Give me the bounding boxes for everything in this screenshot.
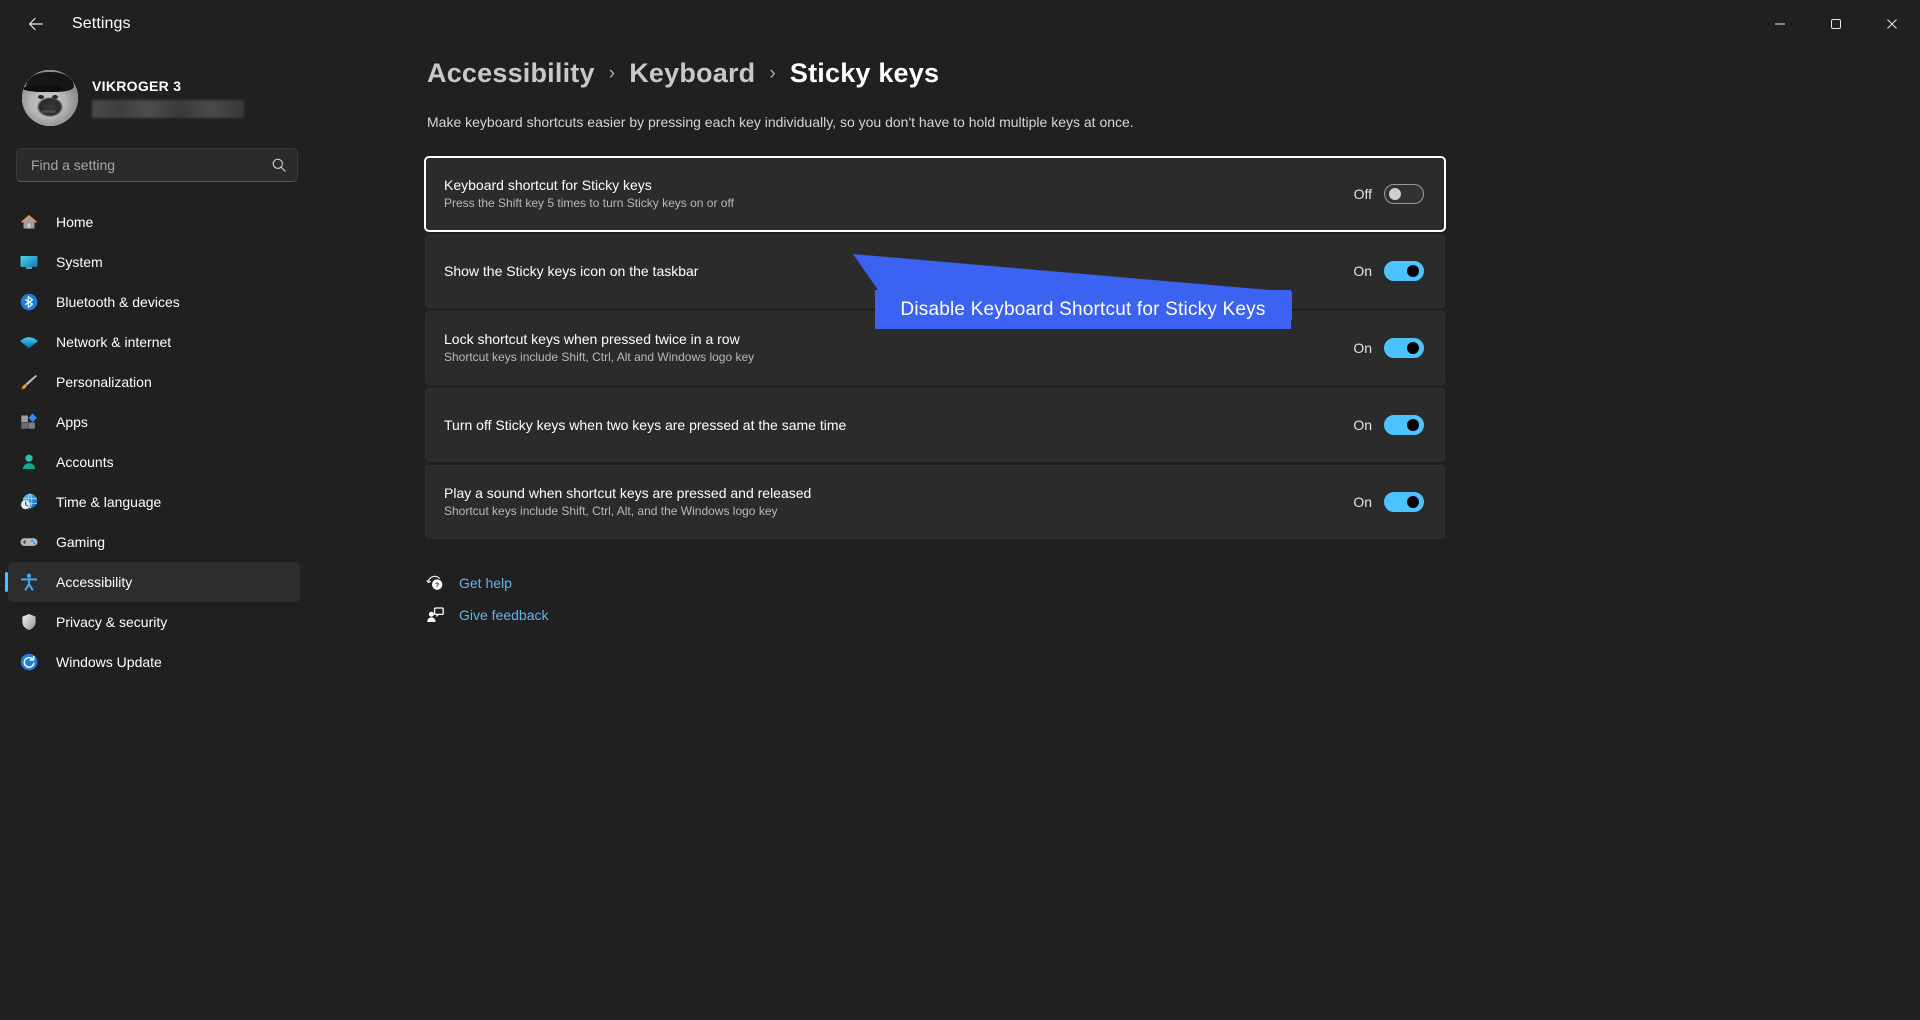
minimize-button[interactable]: [1752, 0, 1808, 48]
setting-title: Keyboard shortcut for Sticky keys: [444, 177, 652, 194]
wifi-icon: [18, 331, 40, 353]
sidebar-item-label: Time & language: [56, 494, 162, 510]
give-feedback-label: Give feedback: [459, 606, 549, 623]
setting-title: Show the Sticky keys icon on the taskbar: [444, 262, 699, 279]
maximize-button[interactable]: [1808, 0, 1864, 48]
sidebar-item-personalization[interactable]: Personalization: [8, 362, 300, 402]
sidebar-item-label: Windows Update: [56, 654, 162, 670]
page-description: Make keyboard shortcuts easier by pressi…: [427, 114, 1134, 130]
home-icon: [18, 211, 40, 233]
toggle-state-label: Off: [1353, 185, 1372, 202]
setting-subtitle: Shortcut keys include Shift, Ctrl, Alt, …: [444, 504, 778, 519]
sidebar-item-accessibility[interactable]: Accessibility: [5, 562, 300, 602]
setting-subtitle: Shortcut keys include Shift, Ctrl, Alt a…: [444, 350, 755, 365]
sidebar-item-accounts[interactable]: Accounts: [8, 442, 300, 482]
toggle-state-label: On: [1353, 493, 1372, 510]
get-help-label: Get help: [459, 574, 512, 591]
sidebar-item-bluetooth-devices[interactable]: Bluetooth & devices: [8, 282, 300, 322]
breadcrumb-separator: ›: [769, 62, 776, 84]
help-icon: ?: [425, 573, 459, 593]
setting-title: Lock shortcut keys when pressed twice in…: [444, 331, 740, 348]
sidebar-item-privacy-security[interactable]: Privacy & security: [8, 602, 300, 642]
feedback-icon: [425, 605, 459, 625]
paintbrush-icon: [18, 371, 40, 393]
toggle-switch[interactable]: [1384, 491, 1424, 512]
bluetooth-icon: [18, 291, 40, 313]
toggle-switch[interactable]: [1384, 337, 1424, 358]
sidebar-item-home[interactable]: Home: [8, 202, 300, 242]
window-controls: [1752, 0, 1920, 48]
svg-text:?: ?: [435, 582, 439, 589]
sidebar-item-system[interactable]: System: [8, 242, 300, 282]
toggle-state-label: On: [1353, 262, 1372, 279]
accounts-icon: [18, 451, 40, 473]
sidebar-item-label: Gaming: [56, 534, 106, 550]
sidebar-item-label: Bluetooth & devices: [56, 294, 180, 310]
main-content: Accessibility › Keyboard › Sticky keys M…: [320, 48, 1920, 1020]
sidebar: VIKROGER 3 Home: [0, 48, 320, 1020]
clock-globe-icon: [18, 491, 40, 513]
gamepad-icon: [18, 531, 40, 553]
breadcrumb-item-keyboard[interactable]: Keyboard: [629, 58, 755, 89]
system-icon: [18, 251, 40, 273]
breadcrumb: Accessibility › Keyboard › Sticky keys: [320, 48, 1920, 89]
page-title: Sticky keys: [789, 58, 940, 88]
setting-card-play-sound[interactable]: Play a sound when shortcut keys are pres…: [425, 464, 1445, 539]
avatar: [22, 70, 78, 126]
breadcrumb-separator: ›: [608, 62, 616, 84]
title-bar: Settings: [0, 0, 1920, 48]
toggle-state-label: On: [1353, 416, 1372, 433]
toggle-state-label: On: [1353, 339, 1372, 356]
sidebar-item-label: Privacy & security: [56, 614, 168, 630]
sidebar-item-gaming[interactable]: Gaming: [8, 522, 300, 562]
sidebar-item-label: Accessibility: [56, 574, 133, 590]
toggle-switch[interactable]: [1384, 414, 1424, 435]
breadcrumb-item-accessibility[interactable]: Accessibility: [427, 58, 595, 89]
get-help-link[interactable]: ? Get help: [425, 573, 1920, 593]
sidebar-item-label: System: [56, 254, 103, 270]
back-button[interactable]: [16, 6, 56, 42]
setting-card-lock-shortcut-keys[interactable]: Lock shortcut keys when pressed twice in…: [425, 310, 1445, 385]
close-button[interactable]: [1864, 0, 1920, 48]
account-header[interactable]: VIKROGER 3: [0, 48, 320, 134]
setting-card-keyboard-shortcut[interactable]: Keyboard shortcut for Sticky keys Press …: [424, 155, 1446, 232]
search-input[interactable]: [31, 157, 271, 173]
setting-title: Play a sound when shortcut keys are pres…: [444, 485, 812, 502]
toggle-switch[interactable]: [1384, 183, 1424, 204]
setting-subtitle: Press the Shift key 5 times to turn Stic…: [444, 196, 734, 211]
setting-title: Turn off Sticky keys when two keys are p…: [444, 416, 847, 433]
sidebar-item-windows-update[interactable]: Windows Update: [8, 642, 300, 682]
sidebar-nav: Home System Bluetooth & devices Network …: [0, 202, 320, 682]
setting-card-turn-off-two-keys[interactable]: Turn off Sticky keys when two keys are p…: [425, 387, 1445, 462]
app-title: Settings: [72, 15, 131, 32]
sidebar-item-network-internet[interactable]: Network & internet: [8, 322, 300, 362]
apps-icon: [18, 411, 40, 433]
sidebar-item-label: Personalization: [56, 374, 152, 390]
search-box[interactable]: [16, 148, 298, 182]
sidebar-item-apps[interactable]: Apps: [8, 402, 300, 442]
footer-links: ? Get help Give feedback: [425, 573, 1920, 625]
accessibility-icon: [18, 571, 40, 593]
minimize-icon: [1775, 23, 1785, 25]
maximize-icon: [1831, 19, 1841, 29]
sidebar-item-label: Network & internet: [56, 334, 172, 350]
sidebar-item-label: Apps: [56, 414, 88, 430]
shield-icon: [18, 611, 40, 633]
sidebar-item-label: Home: [56, 214, 94, 230]
back-arrow-icon: [29, 17, 43, 31]
setting-card-show-taskbar-icon[interactable]: Show the Sticky keys icon on the taskbar…: [425, 233, 1445, 308]
toggle-switch[interactable]: [1384, 260, 1424, 281]
account-name: VIKROGER 3: [92, 78, 182, 94]
give-feedback-link[interactable]: Give feedback: [425, 605, 1920, 625]
settings-card-list: Keyboard shortcut for Sticky keys Press …: [424, 155, 1446, 539]
close-icon: [1887, 19, 1897, 29]
account-email-redacted: [92, 100, 244, 118]
search-icon: [272, 158, 286, 172]
update-icon: [18, 651, 40, 673]
sidebar-item-time-language[interactable]: Time & language: [8, 482, 300, 522]
sidebar-item-label: Accounts: [56, 454, 114, 470]
